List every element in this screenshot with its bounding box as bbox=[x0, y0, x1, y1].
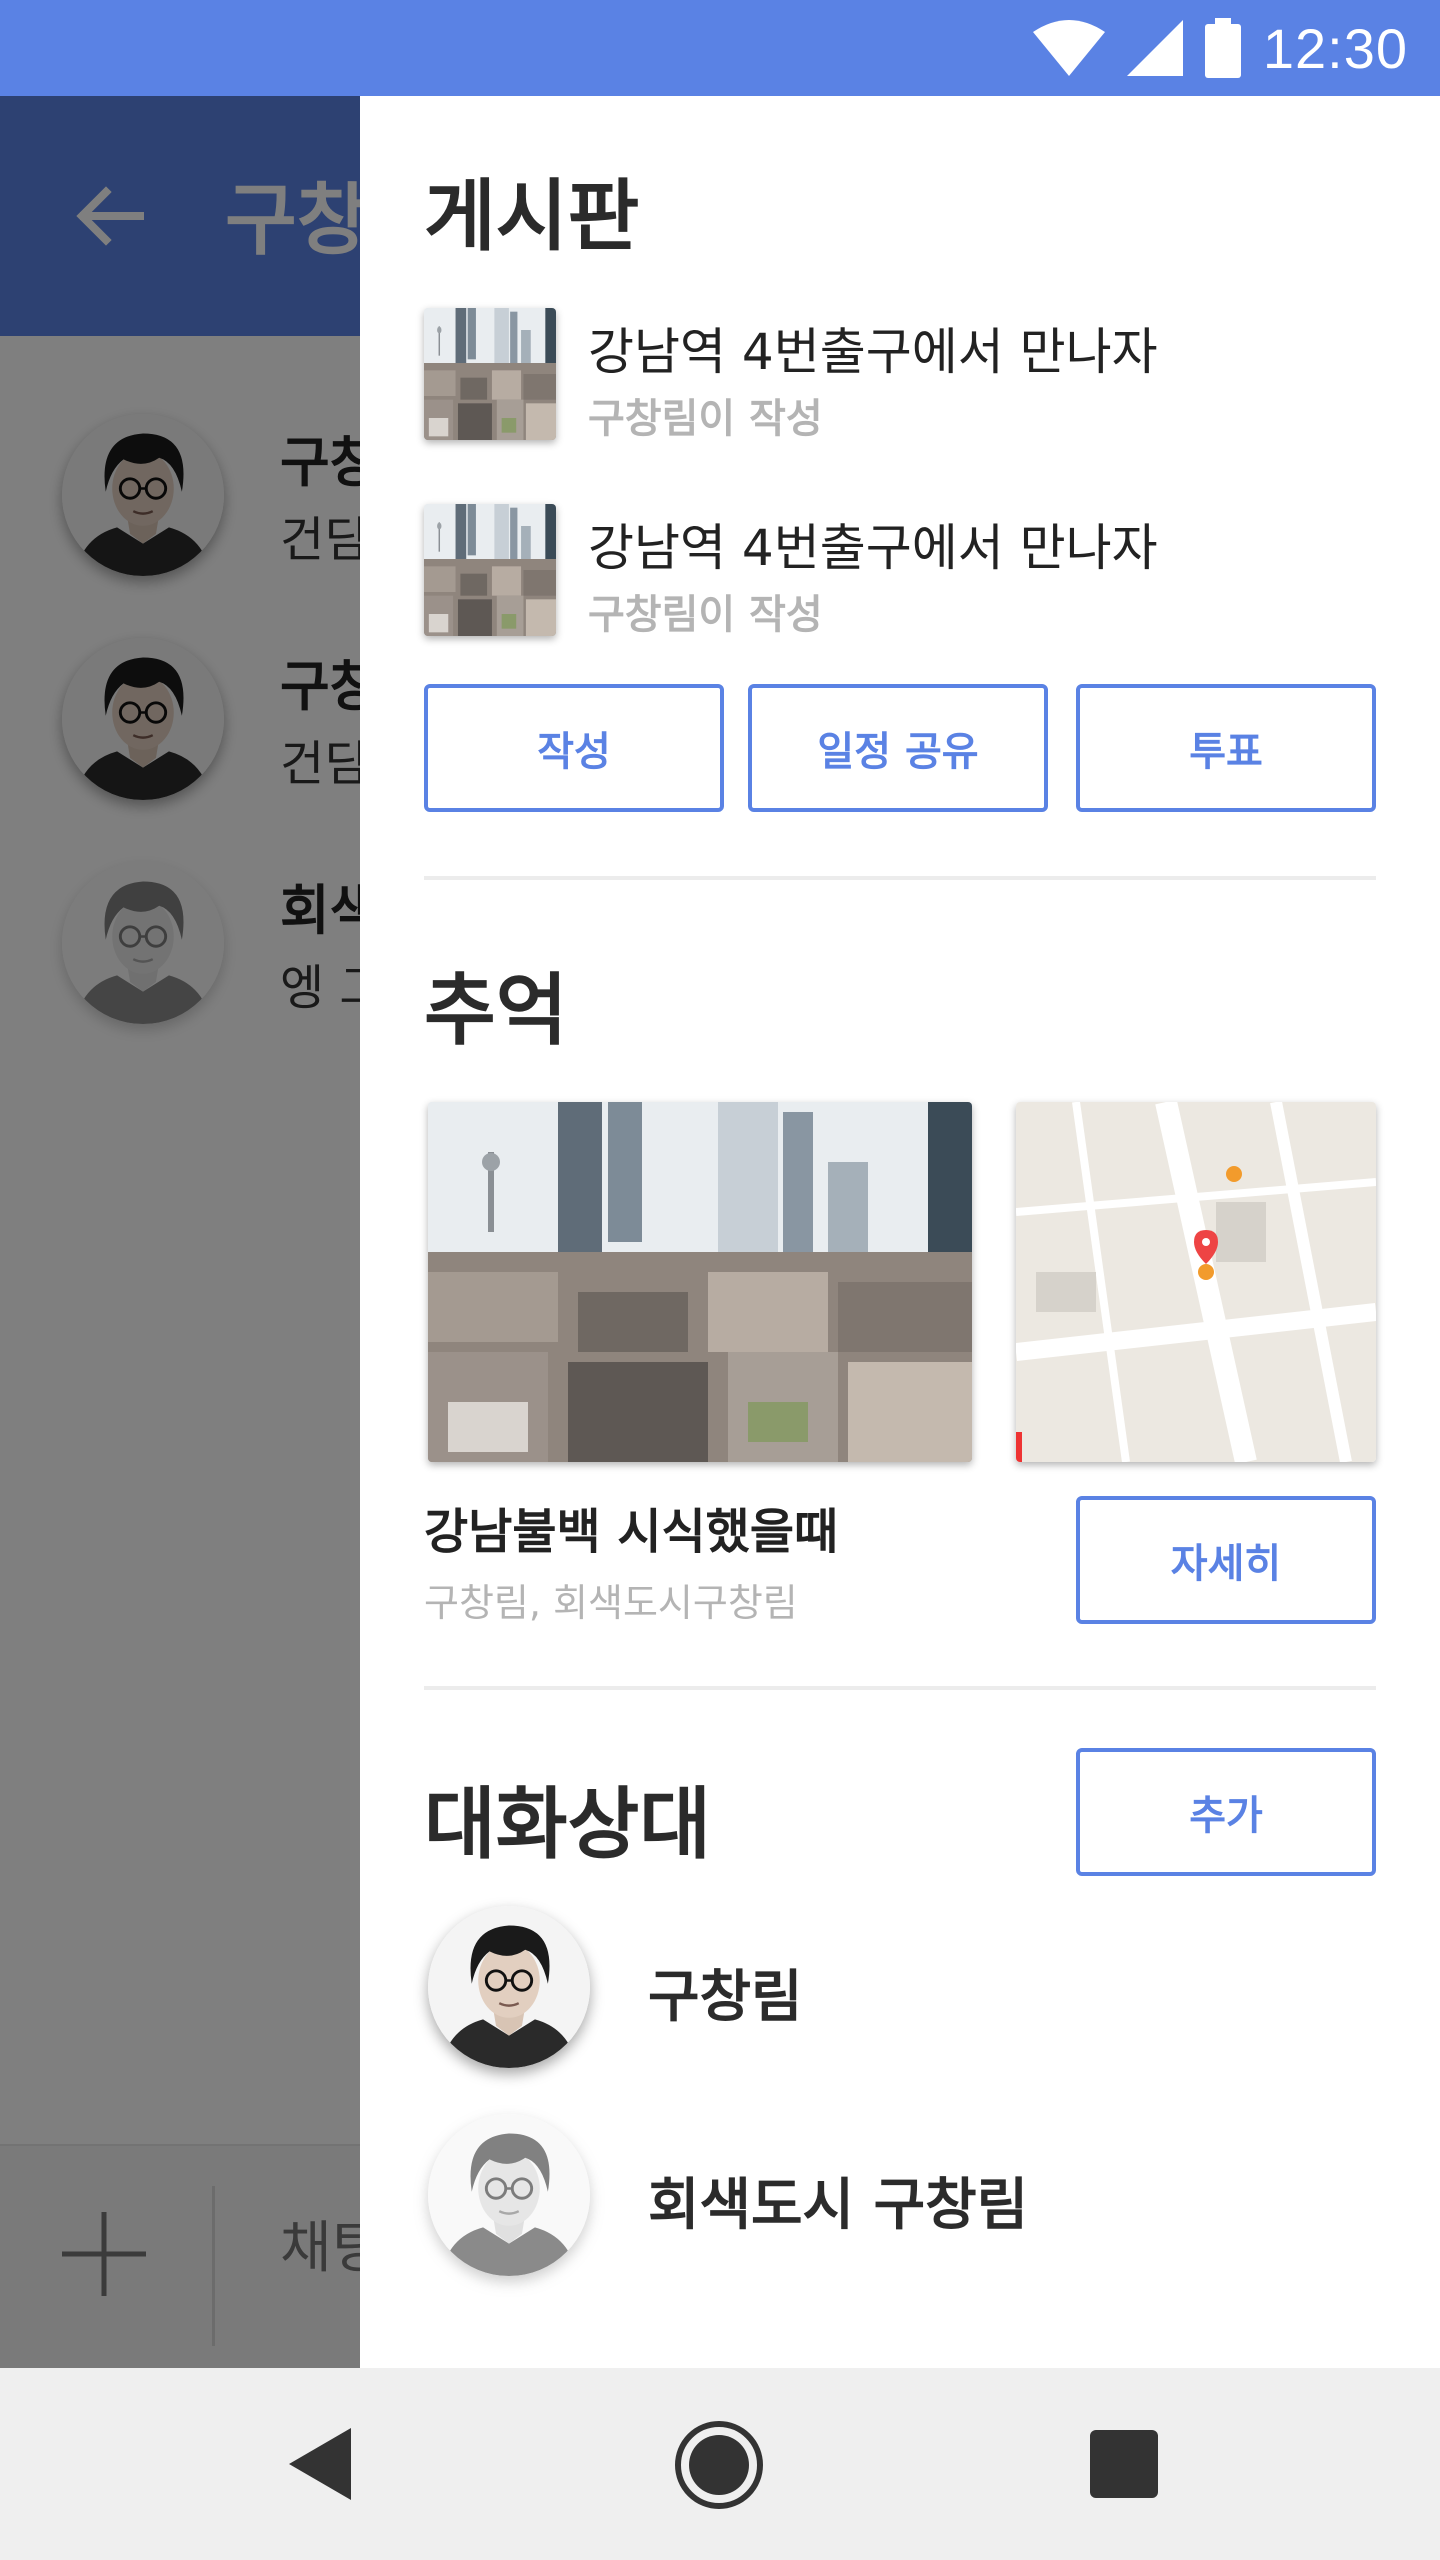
contact-name: 구창림 bbox=[648, 1965, 803, 2030]
post-title: 강남역 4번출구에서 만나자 bbox=[588, 519, 1158, 577]
contact-name: 회색도시 구창림 bbox=[648, 2173, 1029, 2238]
nav-back-icon[interactable] bbox=[285, 2428, 357, 2500]
status-time: 12:30 bbox=[1262, 16, 1408, 80]
board-title: 게시판 bbox=[424, 172, 640, 262]
memory-photo[interactable] bbox=[428, 1102, 972, 1462]
section-divider bbox=[424, 876, 1376, 880]
contact-item[interactable]: 회색도시 구창림 bbox=[424, 2114, 1376, 2284]
schedule-share-button[interactable]: 일정 공유 bbox=[748, 684, 1048, 812]
section-divider bbox=[424, 1686, 1376, 1690]
memory-map[interactable] bbox=[1016, 1102, 1376, 1462]
detail-button[interactable]: 자세히 bbox=[1076, 1496, 1376, 1624]
post-author: 구창림이 작성 bbox=[588, 396, 823, 442]
wifi-icon bbox=[1032, 20, 1105, 76]
vote-button[interactable]: 투표 bbox=[1076, 684, 1376, 812]
post-thumbnail bbox=[424, 308, 556, 440]
post-author: 구창림이 작성 bbox=[588, 592, 823, 638]
board-post-item[interactable]: 강남역 4번출구에서 만나자 구창림이 작성 bbox=[424, 504, 1384, 640]
status-bar: 12:30 bbox=[0, 0, 1440, 96]
nav-recent-apps-icon[interactable] bbox=[1090, 2430, 1158, 2498]
add-contact-button[interactable]: 추가 bbox=[1076, 1748, 1376, 1876]
avatar bbox=[428, 2114, 590, 2276]
signal-icon bbox=[1126, 20, 1183, 76]
navigation-bar bbox=[0, 2368, 1440, 2560]
memory-members: 구창림, 회색도시구창림 bbox=[424, 1581, 798, 1625]
board-post-item[interactable]: 강남역 4번출구에서 만나자 구창림이 작성 bbox=[424, 308, 1384, 444]
memories-title: 추억 bbox=[424, 966, 568, 1056]
nav-home-icon[interactable] bbox=[674, 2420, 764, 2510]
contacts-title: 대화상대 bbox=[424, 1780, 712, 1870]
write-button[interactable]: 작성 bbox=[424, 684, 724, 812]
side-drawer: 게시판 강남역 4번출구에서 만나자 구창림이 작성 강남역 4번출구에서 만나… bbox=[360, 96, 1440, 2368]
post-thumbnail bbox=[424, 504, 556, 636]
memory-title: 강남불백 시식했을때 bbox=[424, 1504, 839, 1560]
battery-icon bbox=[1204, 18, 1241, 78]
post-title: 강남역 4번출구에서 만나자 bbox=[588, 323, 1158, 381]
avatar bbox=[428, 1906, 590, 2068]
contact-item[interactable]: 구창림 bbox=[424, 1906, 1376, 2076]
